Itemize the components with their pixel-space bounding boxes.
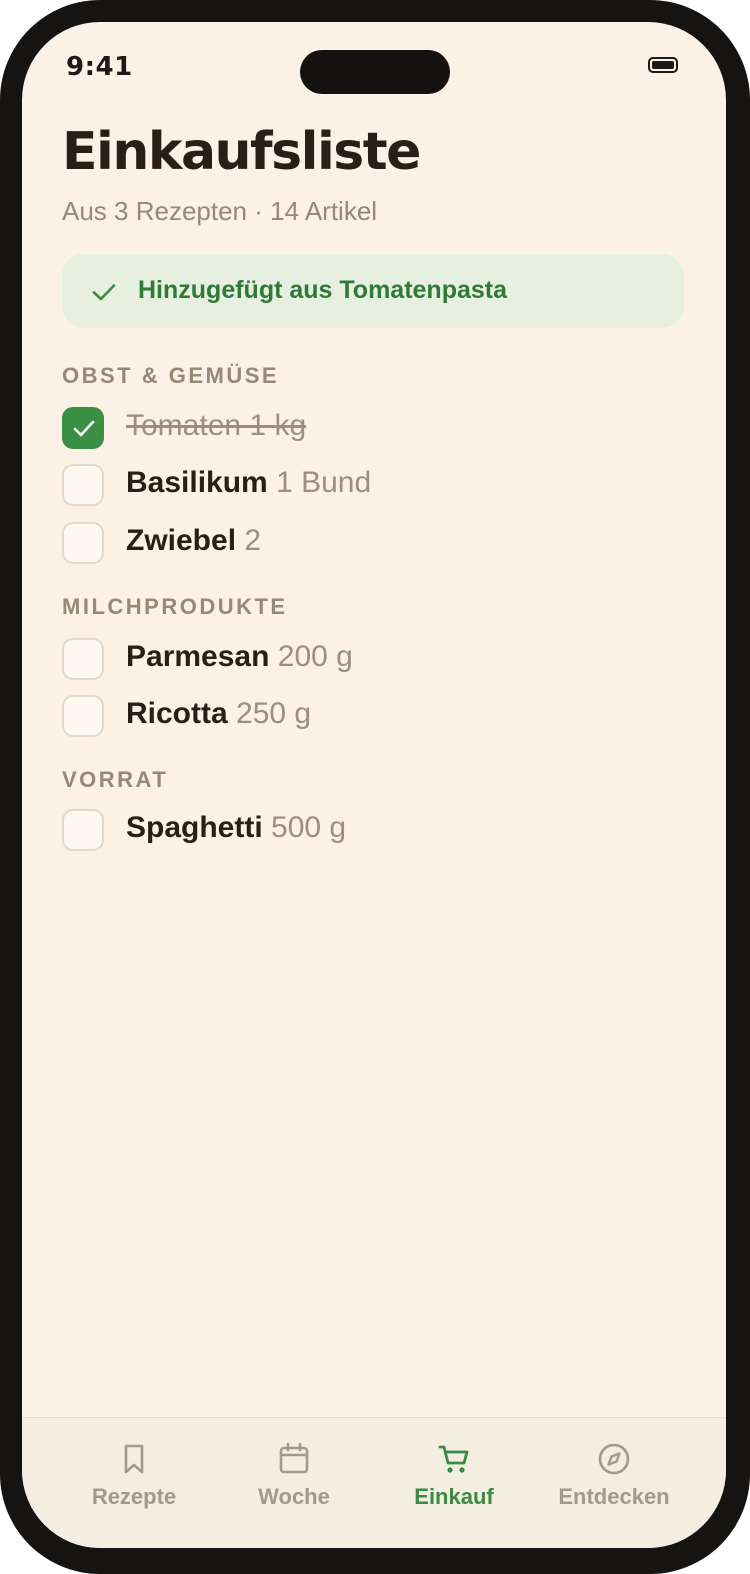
- banner-text: Hinzugefügt aus Tomatenpasta: [138, 276, 508, 304]
- item-quantity: 2: [244, 524, 262, 557]
- item-checkbox[interactable]: [62, 464, 104, 506]
- item-quantity: 200 g: [277, 640, 353, 673]
- item-name: Parmesan: [126, 640, 270, 673]
- tab-einkauf[interactable]: Einkauf: [366, 1442, 542, 1510]
- item-label: Basilikum 1 Bund: [126, 466, 371, 500]
- battery-icon: [648, 57, 678, 73]
- item-checkbox[interactable]: [62, 638, 104, 680]
- dynamic-island: [300, 50, 450, 94]
- item-checkbox[interactable]: [62, 695, 104, 737]
- added-banner: Hinzugefügt aus Tomatenpasta: [62, 254, 684, 328]
- cart-icon: [438, 1445, 469, 1473]
- bookmark-icon: [124, 1444, 144, 1474]
- item-checkbox[interactable]: [62, 809, 104, 851]
- item-label: Zwiebel 2: [126, 524, 261, 558]
- tab-label: Entdecken: [558, 1484, 670, 1509]
- list-item[interactable]: Tomaten 1 kg: [62, 407, 682, 451]
- checkmark-icon: [73, 420, 95, 437]
- item-label: Ricotta 250 g: [126, 697, 311, 731]
- section-heading: VORRAT: [62, 767, 169, 792]
- item-label: Tomaten 1 kg: [126, 409, 306, 443]
- item-quantity: 1 kg: [249, 409, 307, 442]
- item-checkbox[interactable]: [62, 407, 104, 449]
- check-icon: [92, 284, 116, 301]
- page-subtitle: Aus 3 Rezepten · 14 Artikel: [62, 196, 378, 226]
- tab-bar: Rezepte Woche Einkauf Entdecken: [22, 1417, 726, 1548]
- item-name: Ricotta: [126, 697, 228, 730]
- list-item[interactable]: Parmesan 200 g: [62, 638, 682, 682]
- item-name: Tomaten: [126, 409, 242, 442]
- section-heading: MILCHPRODUKTE: [62, 594, 288, 619]
- item-quantity: 500 g: [271, 811, 347, 844]
- tab-label: Woche: [258, 1484, 330, 1509]
- tab-label: Einkauf: [414, 1484, 494, 1509]
- tab-label: Rezepte: [91, 1484, 177, 1509]
- section-heading: OBST & GEMÜSE: [62, 363, 280, 388]
- item-label: Spaghetti 500 g: [126, 811, 346, 845]
- tab-woche[interactable]: Woche: [206, 1442, 382, 1510]
- list-item[interactable]: Zwiebel 2: [62, 522, 682, 566]
- item-checkbox[interactable]: [62, 522, 104, 564]
- tab-entdecken[interactable]: Entdecken: [526, 1442, 702, 1510]
- item-quantity: 1 Bund: [276, 466, 372, 499]
- compass-icon: [598, 1443, 630, 1475]
- item-name: Spaghetti: [126, 811, 263, 844]
- item-label: Parmesan 200 g: [126, 640, 353, 674]
- list-item[interactable]: Basilikum 1 Bund: [62, 464, 682, 508]
- calendar-icon: [279, 1442, 309, 1474]
- status-time: 9:41: [66, 52, 133, 82]
- list-item[interactable]: Spaghetti 500 g: [62, 809, 682, 853]
- item-quantity: 250 g: [236, 697, 312, 730]
- page-title: Einkaufsliste: [62, 122, 421, 182]
- list-item[interactable]: Ricotta 250 g: [62, 695, 682, 739]
- tab-rezepte[interactable]: Rezepte: [46, 1442, 222, 1510]
- app-screen: 9:41 Einkaufsliste Aus 3 Rezepten · 14 A…: [22, 22, 726, 1548]
- item-name: Basilikum: [126, 466, 268, 499]
- item-name: Zwiebel: [126, 524, 237, 557]
- device-frame: 9:41 Einkaufsliste Aus 3 Rezepten · 14 A…: [0, 0, 750, 1574]
